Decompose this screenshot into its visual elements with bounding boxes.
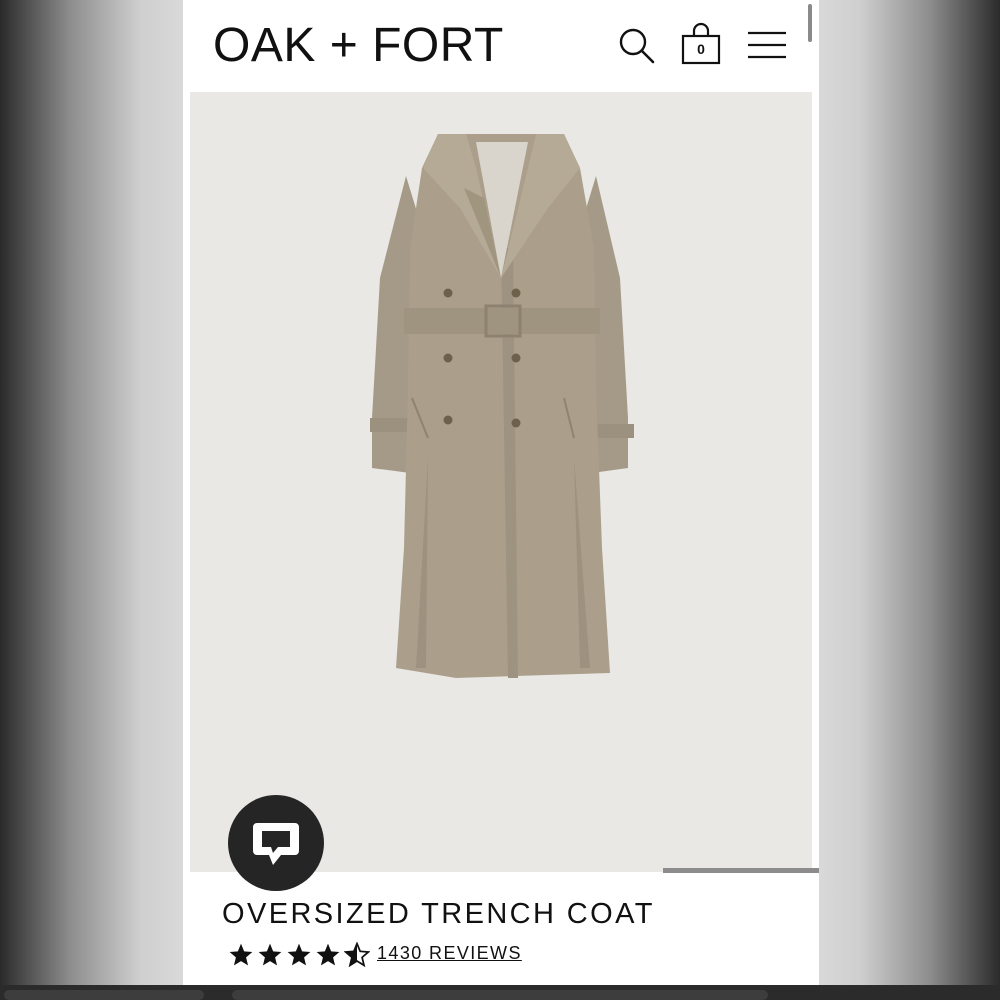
star-full-icon [287, 943, 311, 966]
phone-screen: OAK + FORT 0 OVERSIZED TRENCH COAT 1430 … [183, 0, 819, 985]
browser-bottom-bar [0, 985, 1000, 1000]
bottom-address-bar[interactable] [232, 990, 768, 1000]
star-full-icon [229, 943, 253, 966]
brand-logo[interactable]: OAK + FORT [213, 18, 504, 73]
page-scrollbar[interactable] [808, 4, 812, 42]
cart-button[interactable]: 0 [680, 22, 722, 66]
search-icon [619, 28, 655, 64]
menu-button[interactable] [746, 22, 788, 66]
hamburger-menu-icon [748, 31, 786, 59]
product-title: OVERSIZED TRENCH COAT [222, 898, 655, 930]
chat-bubble-icon [253, 823, 299, 865]
search-button[interactable] [617, 22, 657, 66]
star-full-icon [316, 943, 340, 966]
chat-button[interactable] [228, 795, 324, 891]
star-half-icon [344, 942, 370, 968]
product-image-gallery[interactable] [190, 92, 819, 873]
bottom-tab-bar [4, 990, 204, 1000]
gallery-progress-indicator [663, 868, 819, 873]
star-full-icon [258, 943, 282, 966]
reviews-link[interactable]: 1430 REVIEWS [377, 943, 522, 964]
site-header: OAK + FORT 0 [183, 0, 819, 90]
cart-count: 0 [697, 41, 705, 57]
coat-image [368, 128, 634, 688]
